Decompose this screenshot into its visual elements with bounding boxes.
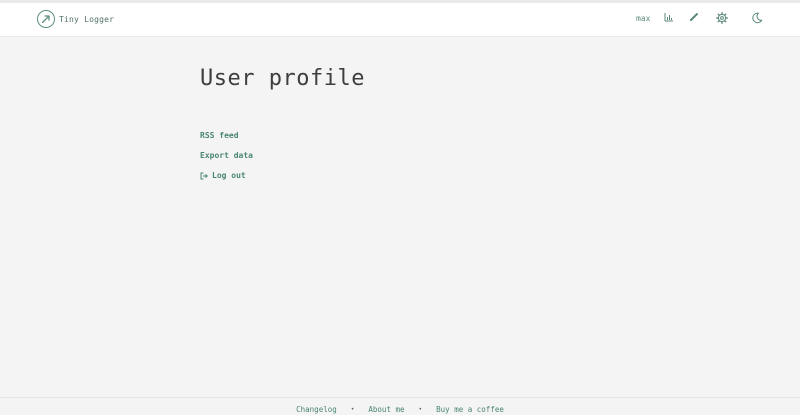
user-profile-link[interactable]: max	[636, 12, 650, 26]
logout-icon	[200, 172, 212, 180]
theme-toggle-button[interactable]	[751, 12, 763, 24]
buy-me-a-coffee-link[interactable]: Buy me a coffee	[436, 405, 504, 414]
logo-icon	[37, 10, 55, 28]
footer: Changelog • About me • Buy me a coffee	[0, 397, 800, 415]
stats-button[interactable]	[664, 12, 674, 22]
rss-feed-link[interactable]: RSS feed	[200, 131, 239, 140]
stats-icon	[664, 12, 674, 22]
about-me-link[interactable]: About me	[368, 405, 404, 414]
log-out-label: Log out	[212, 171, 246, 180]
top-bar: Tiny Logger max	[0, 3, 800, 37]
footer-links: Changelog • About me • Buy me a coffee	[0, 405, 800, 414]
footer-separator: •	[418, 406, 423, 413]
edit-icon	[689, 12, 699, 22]
export-data-link[interactable]: Export data	[200, 151, 253, 160]
brand-name: Tiny Logger	[59, 14, 115, 24]
changelog-link[interactable]: Changelog	[296, 405, 337, 414]
settings-button[interactable]	[716, 12, 728, 24]
settings-icon	[716, 12, 728, 24]
footer-separator: •	[350, 406, 355, 413]
page-title: User profile	[200, 66, 365, 91]
brand-home-link[interactable]: Tiny Logger	[37, 10, 114, 28]
moon-icon	[751, 12, 763, 24]
edit-button[interactable]	[689, 12, 699, 22]
log-out-link[interactable]: Log out	[200, 171, 246, 180]
